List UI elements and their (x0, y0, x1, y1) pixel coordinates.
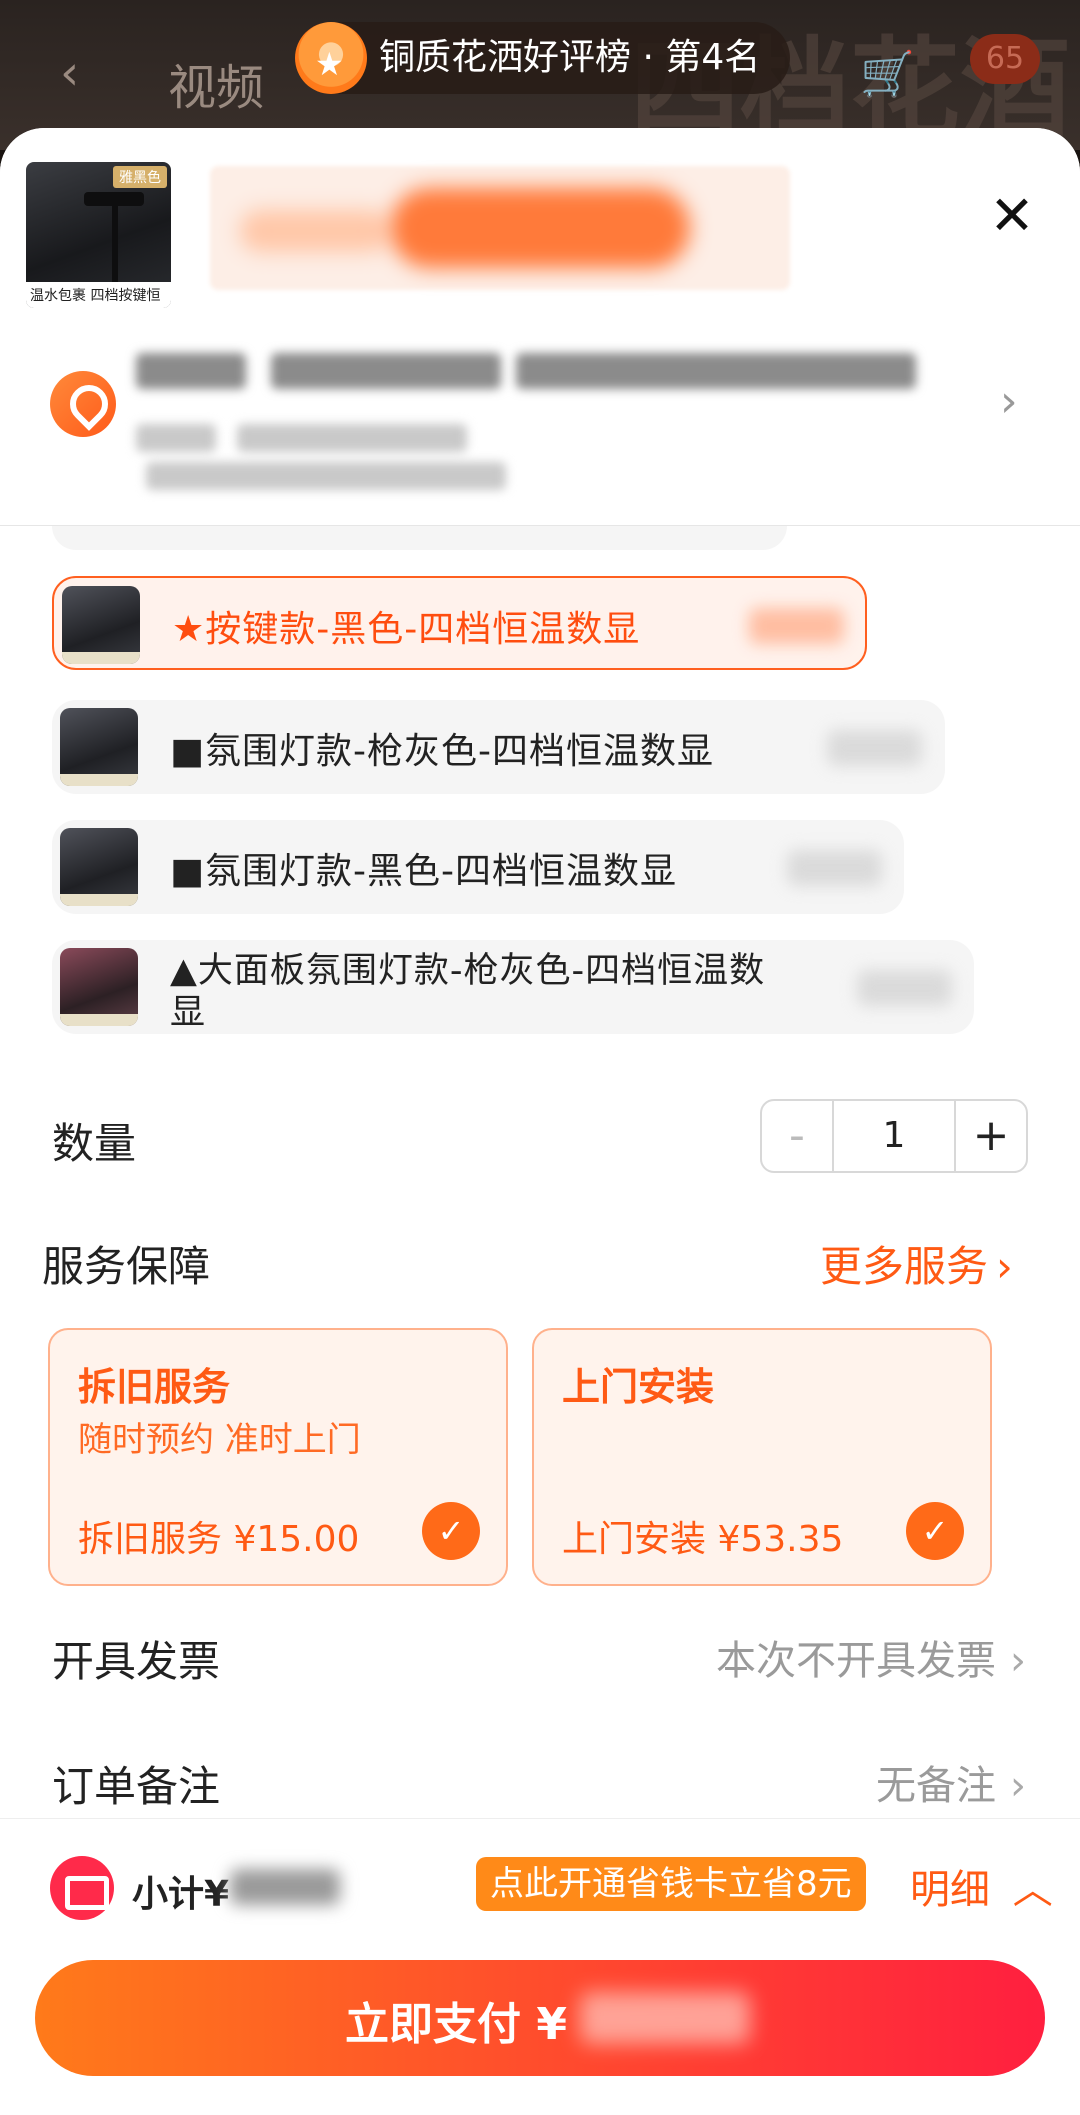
thumbnail-tag: 雅黑色 (113, 166, 167, 188)
check-icon[interactable]: ✓ (422, 1502, 480, 1560)
option-label: ▲大面板氛围灯款-枪灰色-四档恒温数显 (170, 951, 766, 1033)
option-price-blurred (787, 850, 882, 886)
delivery-line-blurred (136, 418, 836, 490)
subtotal-value-blurred (230, 1869, 340, 1905)
pay-amount-blurred (580, 1992, 750, 2044)
option-item-1[interactable]: ★按键款-黑色-四档恒温数显 (52, 576, 867, 670)
nav-tab-video: 视频 (168, 60, 265, 116)
cart-badge: 65 (970, 34, 1040, 84)
savings-card-promo[interactable]: 点此开通省钱卡立省8元 (476, 1857, 866, 1911)
remark-row[interactable]: 无备注 › (876, 1753, 1026, 1811)
option-image (60, 708, 138, 786)
medal-icon (295, 22, 367, 100)
remark-value: 无备注 (876, 1763, 996, 1809)
ticket-icon (50, 1856, 114, 1920)
invoice-value: 本次不开具发票 (716, 1638, 996, 1684)
service-card-price: 拆旧服务 ¥15.00 (78, 1519, 360, 1560)
quantity-stepper: - 1 + (760, 1099, 1028, 1173)
option-image (62, 586, 140, 664)
option-price-blurred (857, 970, 952, 1006)
subtotal-label: 小计¥ (132, 1874, 230, 1915)
rank-text: 铜质花洒好评榜 · 第4名 (379, 37, 761, 78)
option-label: ■氛围灯款-黑色-四档恒温数显 (170, 851, 677, 892)
option-label: ■氛围灯款-枪灰色-四档恒温数显 (170, 731, 714, 772)
service-label: 服务保障 (42, 1242, 211, 1291)
chevron-right-icon[interactable]: › (1000, 376, 1018, 427)
rank-pill[interactable]: 铜质花洒好评榜 · 第4名 (295, 22, 791, 100)
quantity-label: 数量 (52, 1119, 137, 1168)
chevron-right-icon: › (996, 1242, 1013, 1291)
option-item-3[interactable]: ■氛围灯款-黑色-四档恒温数显 (52, 820, 904, 914)
pay-now-button[interactable]: 立即支付 ¥ (35, 1960, 1045, 2076)
quantity-minus-button[interactable]: - (762, 1101, 832, 1171)
more-services-label: 更多服务 (820, 1242, 989, 1291)
product-thumbnail[interactable]: 雅黑色 温水包裹 四档按键恒温数显花洒 (26, 162, 171, 308)
chevron-up-icon: ︿ (1012, 1867, 1053, 1913)
service-card-subtitle: 随时预约 准时上门 (78, 1420, 361, 1460)
service-card-install[interactable]: 上门安装 上门安装 ¥53.35 ✓ (532, 1328, 992, 1586)
option-item-4[interactable]: ▲大面板氛围灯款-枪灰色-四档恒温数显 (52, 940, 974, 1034)
sheet-header: 雅黑色 温水包裹 四档按键恒温数显花洒 ✕ › (0, 128, 1080, 526)
chevron-right-icon: › (1010, 1763, 1026, 1809)
service-card-price: 上门安装 ¥53.35 (562, 1519, 844, 1560)
quantity-value[interactable]: 1 (832, 1101, 956, 1171)
close-icon[interactable]: ✕ (982, 186, 1042, 246)
more-services-link[interactable]: 更多服务 › (820, 1233, 1013, 1294)
option-image (60, 828, 138, 906)
option-item-2[interactable]: ■氛围灯款-枪灰色-四档恒温数显 (52, 700, 945, 794)
shower-pole-shape (112, 204, 118, 284)
check-icon[interactable]: ✓ (906, 1502, 964, 1560)
location-icon (50, 371, 116, 437)
service-card-title: 上门安装 (562, 1365, 715, 1409)
option-price-blurred (749, 608, 844, 644)
cart-icon: 🛒 (860, 49, 915, 100)
detail-toggle[interactable]: 明细 ︿ (910, 1857, 1053, 1915)
thumbnail-caption: 温水包裹 四档按键恒温数显花洒 (26, 282, 171, 308)
option-image (60, 948, 138, 1026)
option-price-blurred (827, 730, 922, 766)
quantity-plus-button[interactable]: + (956, 1101, 1026, 1171)
chevron-right-icon: › (1010, 1638, 1026, 1684)
option-partial (52, 526, 787, 550)
option-label: ★按键款-黑色-四档恒温数显 (172, 609, 641, 650)
address-line-blurred[interactable] (136, 346, 936, 396)
remark-label: 订单备注 (52, 1762, 221, 1811)
pay-now-label: 立即支付 ¥ (345, 1999, 567, 2050)
service-card-title: 拆旧服务 (78, 1365, 231, 1409)
invoice-label: 开具发票 (52, 1637, 221, 1686)
invoice-row[interactable]: 本次不开具发票 › (716, 1628, 1026, 1686)
detail-label: 明细 (910, 1867, 990, 1913)
back-icon: ‹ (60, 45, 80, 101)
checkout-footer: 小计¥ 点此开通省钱卡立省8元 明细 ︿ 立即支付 ¥ (0, 1818, 1080, 2115)
service-card-removal[interactable]: 拆旧服务 随时预约 准时上门 拆旧服务 ¥15.00 ✓ (48, 1328, 508, 1586)
sku-sheet: ★按键款-黑色-四档恒温数显 ■氛围灯款-枪灰色-四档恒温数显 ■氛围灯款-黑色… (0, 128, 1080, 2115)
price-blurred (210, 166, 790, 290)
